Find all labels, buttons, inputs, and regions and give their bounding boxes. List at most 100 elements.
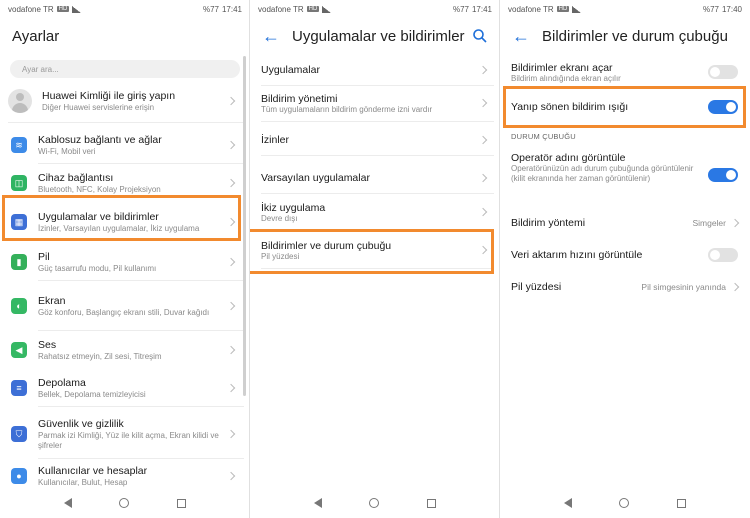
settings-item-subtitle: Wi-Fi, Mobil veri xyxy=(38,146,96,156)
nav-recent-icon[interactable] xyxy=(427,498,437,508)
nav-home-icon[interactable] xyxy=(119,498,130,508)
battery-icon: ▮ xyxy=(11,254,27,270)
nav-home-icon[interactable] xyxy=(369,498,380,508)
back-arrow-icon[interactable]: ← xyxy=(262,27,280,45)
nav-back-icon[interactable] xyxy=(313,498,322,508)
volte-badge: HD xyxy=(56,6,70,12)
chevron-right-icon xyxy=(226,178,236,188)
apps-item-title: Uygulamalar xyxy=(261,64,320,76)
settings-panel: vodafone TR HD %77 17:41 Ayarlar Ayar ar… xyxy=(0,0,250,518)
settings-item[interactable]: ▮ Pil Güç tasarrufu modu, Pil kullanımı xyxy=(0,246,246,278)
clock-label: 17:41 xyxy=(221,4,242,14)
search-input[interactable]: Ayar ara... xyxy=(10,60,240,78)
nav-back-icon[interactable] xyxy=(563,498,572,508)
chevron-right-icon xyxy=(226,345,236,355)
apps-item-subtitle: Devre dışı xyxy=(261,213,298,223)
nav-back-icon[interactable] xyxy=(63,498,72,508)
nav-home-icon[interactable] xyxy=(619,498,630,508)
setting-value: Pil simgesinin yanında xyxy=(641,282,726,292)
apps-item[interactable]: İkiz uygulama Devre dışı xyxy=(250,197,500,227)
avatar xyxy=(8,89,32,113)
setting-row-screen-on[interactable]: Bildirimler ekranı açar Bildirim alındığ… xyxy=(500,58,750,86)
status-bar: vodafone TR HD %77 17:40 xyxy=(500,0,750,18)
carrier-label: vodafone TR xyxy=(508,4,554,14)
toggle-switch[interactable] xyxy=(708,65,738,79)
setting-row-notif-method[interactable]: Bildirim yöntemi Simgeler xyxy=(500,212,750,234)
search-icon[interactable] xyxy=(472,28,488,44)
apps-item-title: İkiz uygulama xyxy=(261,201,326,214)
setting-row-operator[interactable]: Operatör adını görüntüle Operatörünüzün … xyxy=(500,148,750,200)
setting-row-battery-percent[interactable]: Pil yüzdesi Pil simgesinin yanında xyxy=(500,276,750,298)
nav-bar xyxy=(0,488,250,518)
account-row[interactable]: Huawei Kimliği ile giriş yapın Diğer Hua… xyxy=(0,84,246,118)
settings-item-title: Kablosuz bağlantı ve ağlar xyxy=(38,133,162,146)
chevron-right-icon xyxy=(226,96,236,106)
chevron-right-icon xyxy=(730,218,740,228)
setting-title: Veri aktarım hızını görüntüle xyxy=(511,249,643,261)
chevron-right-icon xyxy=(226,257,236,267)
settings-item[interactable]: ≡ Depolama Bellek, Depolama temizleyicisi xyxy=(0,372,246,404)
setting-value: Simgeler xyxy=(692,218,726,228)
divider xyxy=(38,458,244,459)
apps-item-title: Bildirim yönetimi xyxy=(261,92,338,105)
chevron-right-icon xyxy=(226,383,236,393)
settings-item-subtitle: Bluetooth, NFC, Kolay Projeksiyon xyxy=(38,184,161,194)
setting-title: Pil yüzdesi xyxy=(511,281,562,293)
settings-item-subtitle: Rahatsız etmeyin, Zil sesi, Titreşim xyxy=(38,351,162,361)
notif-header: ← Bildirimler ve durum çubuğu xyxy=(500,18,750,54)
divider xyxy=(38,330,244,331)
apps-item[interactable]: Bildirim yönetimi Tüm uygulamaların bildi… xyxy=(250,88,500,118)
settings-item[interactable]: ◀ Ses Rahatsız etmeyin, Zil sesi, Titreşim xyxy=(0,334,246,366)
volte-badge: HD xyxy=(556,6,570,12)
battery-label: %77 xyxy=(452,4,469,14)
divider xyxy=(38,280,244,281)
clock-label: 17:41 xyxy=(471,4,492,14)
status-bar: vodafone TR HD %77 17:41 xyxy=(0,0,250,18)
notifications-statusbar-panel: vodafone TR HD %77 17:40 ← Bildirimler v… xyxy=(500,0,750,518)
settings-item-title: Ekran xyxy=(38,294,66,307)
nav-recent-icon[interactable] xyxy=(177,498,187,508)
divider xyxy=(38,163,244,164)
chevron-right-icon xyxy=(226,471,236,481)
chevron-right-icon xyxy=(478,98,488,108)
wifi-icon: ≋ xyxy=(11,137,27,153)
account-title: Huawei Kimliği ile giriş yapın xyxy=(42,89,176,102)
nav-bar xyxy=(250,488,500,518)
signal-icon xyxy=(322,5,332,13)
apps-item[interactable]: Uygulamalar xyxy=(250,58,500,82)
highlight-box xyxy=(2,195,241,241)
chevron-right-icon xyxy=(730,282,740,292)
settings-item[interactable]: ≋ Kablosuz bağlantı ve ağlar Wi-Fi, Mobil … xyxy=(0,129,246,161)
settings-item-title: Güvenlik ve gizlilik xyxy=(38,417,124,430)
settings-item-title: Depolama xyxy=(38,376,86,389)
toggle-switch[interactable] xyxy=(708,248,738,262)
settings-item-subtitle: Kullanıcılar, Bulut, Hesap xyxy=(38,477,128,487)
section-header: DURUM ÇUBUĞU xyxy=(511,132,576,141)
settings-item[interactable]: ⛉ Güvenlik ve gizlilik Parmak izi Kimliği,… xyxy=(0,412,246,456)
nav-recent-icon[interactable] xyxy=(677,498,687,508)
volte-badge: HD xyxy=(306,6,320,12)
carrier-label: vodafone TR xyxy=(258,4,304,14)
security-icon: ⛉ xyxy=(11,426,27,442)
highlight-box xyxy=(250,229,494,274)
battery-label: %77 xyxy=(202,4,219,14)
page-title: Uygulamalar ve bildirimler xyxy=(292,27,465,45)
apps-item[interactable]: Varsayılan uygulamalar xyxy=(250,166,500,190)
back-arrow-icon[interactable]: ← xyxy=(512,27,530,45)
page-title: Ayarlar xyxy=(12,27,60,45)
chevron-right-icon xyxy=(478,173,488,183)
chevron-right-icon xyxy=(226,429,236,439)
divider xyxy=(261,193,494,194)
setting-row-data-speed[interactable]: Veri aktarım hızını görüntüle xyxy=(500,244,750,266)
setting-title: Bildirimler ekranı açar xyxy=(511,61,613,74)
setting-title: Operatör adını görüntüle xyxy=(511,152,626,164)
signal-icon xyxy=(572,5,582,13)
settings-item[interactable]: ◐ Ekran Göz konforu, Başlangıç ekranı stil… xyxy=(0,284,246,328)
settings-item-title: Kullanıcılar ve hesaplar xyxy=(38,464,148,477)
settings-item-subtitle: Güç tasarrufu modu, Pil kullanımı xyxy=(38,263,157,273)
settings-item-title: Ses xyxy=(38,338,57,351)
apps-item[interactable]: İzinler xyxy=(250,128,500,152)
scrollbar[interactable] xyxy=(243,56,246,396)
toggle-switch[interactable] xyxy=(708,168,738,182)
apps-item-subtitle: Tüm uygulamaların bildirim gönderme izni… xyxy=(261,104,433,114)
